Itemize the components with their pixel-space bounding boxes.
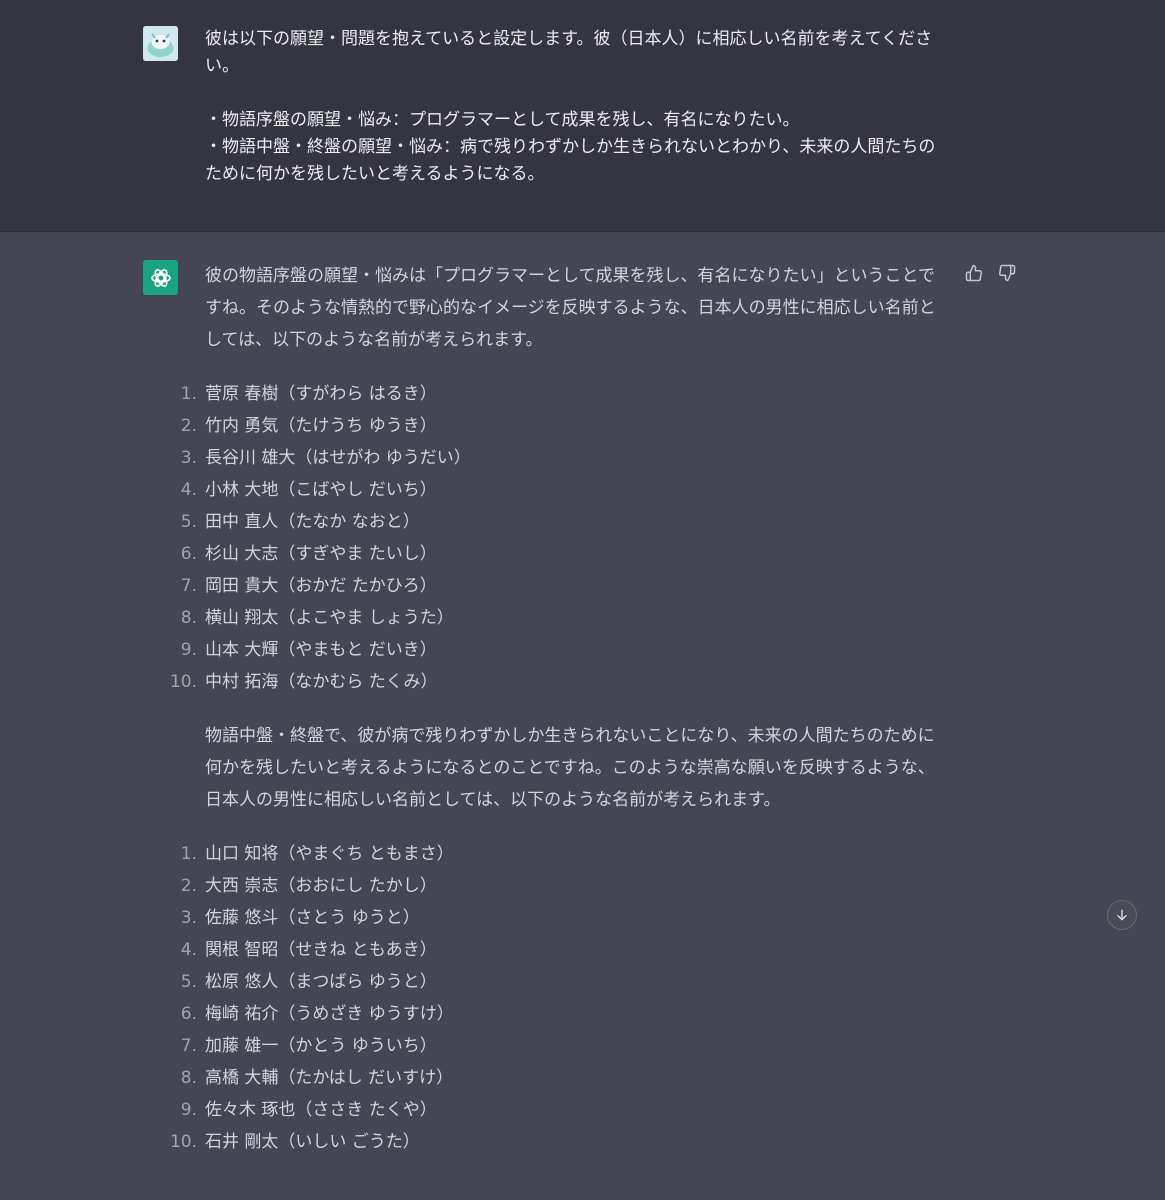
list-item-number: 6. xyxy=(180,544,197,564)
list-item-number: 9. xyxy=(180,640,197,660)
thumbs-up-button[interactable] xyxy=(963,262,985,284)
list-item-name: 梅崎 祐介（うめざき ゆうすけ） xyxy=(205,1004,454,1024)
list-item-name: 菅原 春樹（すがわら はるき） xyxy=(205,384,437,404)
list-item-name: 松原 悠人（まつばら ゆうと） xyxy=(205,972,437,992)
list-item: 8. 高橋 大輔（たかはし だいすけ） xyxy=(181,1062,945,1094)
list-item-number: 8. xyxy=(180,1068,197,1088)
list-item-number: 6. xyxy=(180,1004,197,1024)
list-item-name: 横山 翔太（よこやま しょうた） xyxy=(205,608,454,628)
list-item-number: 3. xyxy=(180,448,197,468)
thumbs-down-icon xyxy=(999,264,1016,282)
name-list-early: 1. 菅原 春樹（すがわら はるき） 2. 竹内 勇気（たけうち ゆうき） 3. 長谷川 … xyxy=(170,378,945,698)
user-avatar-icon xyxy=(143,26,178,61)
list-item-name: 中村 拓海（なかむら たくみ） xyxy=(205,672,438,692)
list-item: 4. 小林 大地（こばやし だいち） xyxy=(181,474,945,506)
list-item-name: 杉山 大志（すぎやま たいし） xyxy=(205,544,437,564)
list-item: 5. 松原 悠人（まつばら ゆうと） xyxy=(181,966,945,998)
name-list-late: 1. 山口 知将（やまぐち ともまさ） 2. 大西 崇志（おおにし たかし） 3. 佐藤 … xyxy=(170,838,945,1158)
user-message-row: 彼は以下の願望・問題を抱えていると設定します。彼（日本人）に相応しい名前を考えて… xyxy=(0,0,1165,232)
list-item-number: 2. xyxy=(180,416,197,436)
list-item: 1. 菅原 春樹（すがわら はるき） xyxy=(181,378,945,410)
list-item-name: 竹内 勇気（たけうち ゆうき） xyxy=(205,416,437,436)
list-item-name: 長谷川 雄大（はせがわ ゆうだい） xyxy=(205,448,471,468)
list-item-name: 佐々木 琢也（ささき たくや） xyxy=(205,1100,437,1120)
list-item: 3. 佐藤 悠斗（さとう ゆうと） xyxy=(181,902,945,934)
list-item-number: 7. xyxy=(180,576,197,596)
list-item: 9. 佐々木 琢也（ささき たくや） xyxy=(181,1094,945,1126)
list-item: 7. 加藤 雄一（かとう ゆういち） xyxy=(181,1030,945,1062)
list-item-name: 田中 直人（たなか なおと） xyxy=(205,512,420,532)
list-item-number: 4. xyxy=(180,940,197,960)
list-item: 10. 石井 剛太（いしい ごうた） xyxy=(170,1126,945,1158)
assistant-intro-paragraph-2: 物語中盤・終盤で、彼が病で残りわずかしか生きられないことになり、未来の人間たちの… xyxy=(205,726,935,810)
list-item-name: 高橋 大輔（たかはし だいすけ） xyxy=(205,1068,454,1088)
list-item: 6. 杉山 大志（すぎやま たいし） xyxy=(181,538,945,570)
list-item: 7. 岡田 貴大（おかだ たかひろ） xyxy=(181,570,945,602)
list-item-number: 1. xyxy=(180,844,197,864)
list-item-name: 山本 大輝（やまもと だいき） xyxy=(205,640,437,660)
list-item: 5. 田中 直人（たなか なおと） xyxy=(181,506,945,538)
list-item-number: 1. xyxy=(180,384,197,404)
list-item: 2. 竹内 勇気（たけうち ゆうき） xyxy=(181,410,945,442)
list-item: 9. 山本 大輝（やまもと だいき） xyxy=(181,634,945,666)
list-item-number: 9. xyxy=(180,1100,197,1120)
list-item-number: 2. xyxy=(180,876,197,896)
list-item-number: 4. xyxy=(180,480,197,500)
list-item-number: 3. xyxy=(180,908,197,928)
list-item-number: 5. xyxy=(180,972,197,992)
list-item: 10. 中村 拓海（なかむら たくみ） xyxy=(170,666,945,698)
list-item: 3. 長谷川 雄大（はせがわ ゆうだい） xyxy=(181,442,945,474)
list-item: 6. 梅崎 祐介（うめざき ゆうすけ） xyxy=(181,998,945,1030)
list-item: 8. 横山 翔太（よこやま しょうた） xyxy=(181,602,945,634)
list-item: 4. 関根 智昭（せきね ともあき） xyxy=(181,934,945,966)
list-item: 1. 山口 知将（やまぐち ともまさ） xyxy=(181,838,945,870)
arrow-down-icon xyxy=(1117,909,1127,921)
list-item: 2. 大西 崇志（おおにし たかし） xyxy=(181,870,945,902)
thumbs-down-button[interactable] xyxy=(996,262,1018,284)
list-item-number: 10. xyxy=(169,672,197,692)
list-item-number: 10. xyxy=(169,1132,197,1152)
list-item-name: 岡田 貴大（おかだ たかひろ） xyxy=(205,576,437,596)
list-item-name: 加藤 雄一（かとう ゆういち） xyxy=(205,1036,437,1056)
openai-logo-icon xyxy=(143,260,178,295)
list-item-name: 小林 大地（こばやし だいち） xyxy=(205,480,437,500)
list-item-number: 7. xyxy=(180,1036,197,1056)
assistant-message-row: 彼の物語序盤の願望・悩みは「プログラマーとして成果を残し、有名になりたい」という… xyxy=(0,232,1165,1200)
list-item-name: 石井 剛太（いしい ごうた） xyxy=(205,1132,420,1152)
list-item-name: 大西 崇志（おおにし たかし） xyxy=(205,876,437,896)
assistant-intro-paragraph-1: 彼の物語序盤の願望・悩みは「プログラマーとして成果を残し、有名になりたい」という… xyxy=(205,266,936,350)
list-item-name: 佐藤 悠斗（さとう ゆうと） xyxy=(205,908,420,928)
list-item-name: 関根 智昭（せきね ともあき） xyxy=(205,940,437,960)
thumbs-up-icon xyxy=(965,264,982,282)
user-message-text: 彼は以下の願望・問題を抱えていると設定します。彼（日本人）に相応しい名前を考えて… xyxy=(205,29,936,184)
list-item-number: 5. xyxy=(180,512,197,532)
list-item-name: 山口 知将（やまぐち ともまさ） xyxy=(205,844,454,864)
assistant-message-text: 彼の物語序盤の願望・悩みは「プログラマーとして成果を残し、有名になりたい」という… xyxy=(170,260,945,1158)
list-item-number: 8. xyxy=(180,608,197,628)
scroll-to-bottom-button[interactable] xyxy=(1107,900,1137,930)
